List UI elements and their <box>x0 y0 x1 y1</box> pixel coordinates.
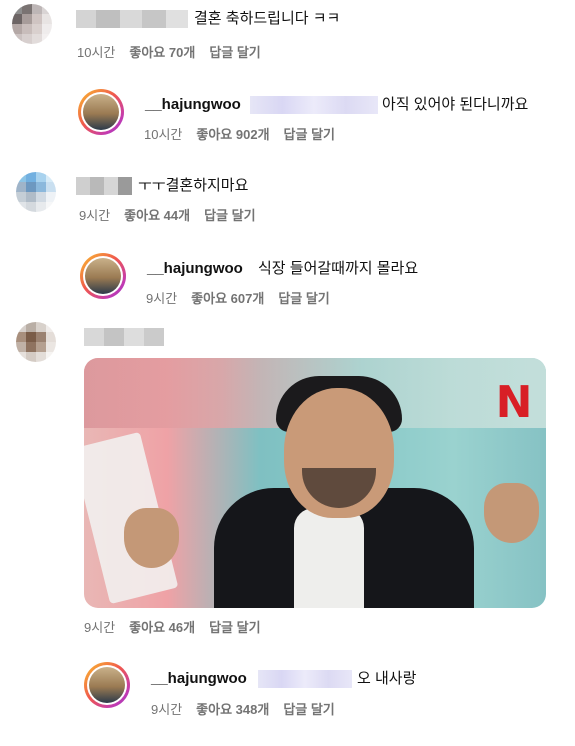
reply-meta: 10시간 좋아요 902개 답글 달기 <box>144 127 349 143</box>
avatar-blurred[interactable] <box>16 322 56 362</box>
comment-time: 10시간 <box>77 45 116 60</box>
reply-like-count[interactable]: 좋아요 348개 <box>196 702 269 717</box>
like-count[interactable]: 좋아요 46개 <box>129 620 195 635</box>
reply-button[interactable]: 답글 달기 <box>283 702 334 717</box>
reply-button[interactable]: 답글 달기 <box>209 45 260 60</box>
profile-photo <box>89 667 125 703</box>
comment-time: 9시간 <box>79 208 111 223</box>
comment-time: 9시간 <box>84 620 116 635</box>
profile-photo <box>85 258 121 294</box>
reply-button[interactable]: 답글 달기 <box>284 127 335 142</box>
reply-time: 9시간 <box>146 291 178 306</box>
reply-button[interactable]: 답글 달기 <box>278 291 329 306</box>
comment-meta: 9시간 좋아요 44개 답글 달기 <box>79 208 270 224</box>
reply-text: 오 내사랑 <box>357 670 417 687</box>
reply-username[interactable]: __hajungwoo <box>147 260 243 278</box>
reply-like-count[interactable]: 좋아요 902개 <box>196 127 269 142</box>
reply-text: 아직 있어야 된다니까요 <box>382 96 529 113</box>
reply-meta: 9시간 좋아요 348개 답글 달기 <box>151 702 349 718</box>
reply-text: 식장 들어갈때까지 몰라요 <box>258 260 419 277</box>
avatar-hajungwoo[interactable] <box>80 253 126 299</box>
comment-text: ㅜㅜ결혼하지마요 <box>138 177 249 194</box>
comment-text: 결혼 축하드립니다 ㅋㅋ <box>194 10 341 27</box>
avatar-hajungwoo[interactable] <box>78 89 124 135</box>
mention-blurred[interactable] <box>258 670 352 688</box>
mention-blurred[interactable] <box>250 96 378 114</box>
like-count[interactable]: 좋아요 70개 <box>129 45 195 60</box>
reply-time: 9시간 <box>151 702 183 717</box>
avatar-hajungwoo[interactable] <box>84 662 130 708</box>
avatar-blurred[interactable] <box>16 172 56 212</box>
profile-photo <box>83 94 119 130</box>
reply-meta: 9시간 좋아요 607개 답글 달기 <box>146 291 344 307</box>
reply-like-count[interactable]: 좋아요 607개 <box>191 291 264 306</box>
gif-image[interactable]: N <box>84 358 546 608</box>
like-count[interactable]: 좋아요 44개 <box>124 208 190 223</box>
username-blurred[interactable] <box>76 10 188 28</box>
reply-username[interactable]: __hajungwoo <box>145 96 241 114</box>
reply-username[interactable]: __hajungwoo <box>151 670 247 688</box>
comment-meta: 10시간 좋아요 70개 답글 달기 <box>77 45 275 61</box>
avatar-blurred[interactable] <box>12 4 52 44</box>
netflix-logo: N <box>495 377 533 428</box>
username-blurred[interactable] <box>76 177 132 195</box>
comment-meta: 9시간 좋아요 46개 답글 달기 <box>84 620 275 636</box>
reply-button[interactable]: 답글 달기 <box>204 208 255 223</box>
reply-time: 10시간 <box>144 127 183 142</box>
reply-button[interactable]: 답글 달기 <box>209 620 260 635</box>
username-blurred[interactable] <box>84 328 164 346</box>
